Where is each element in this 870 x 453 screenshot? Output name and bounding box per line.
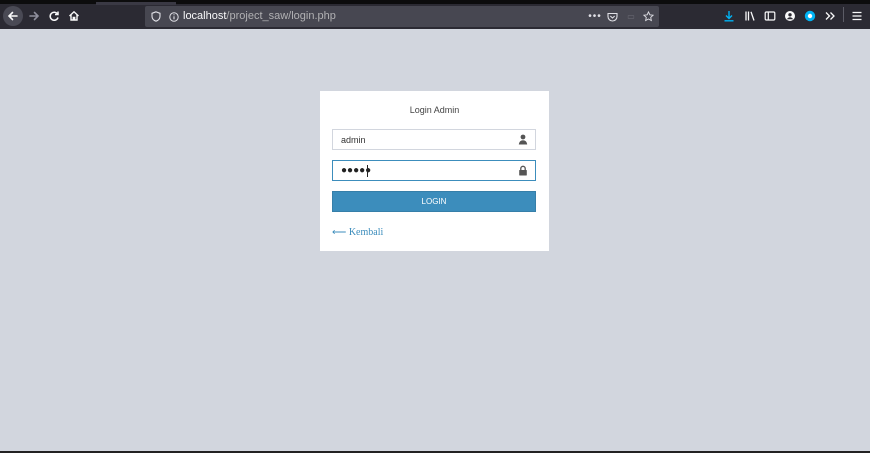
lock-icon <box>519 165 527 176</box>
reload-icon[interactable] <box>44 6 64 26</box>
site-info-icon[interactable] <box>167 8 181 25</box>
hamburger-menu-icon[interactable] <box>847 6 867 26</box>
user-icon <box>518 134 528 145</box>
sidebar-icon[interactable] <box>760 6 780 26</box>
more-actions-icon[interactable]: ••• <box>588 8 602 25</box>
back-link[interactable]: ⟵ Kembali <box>332 227 383 238</box>
toolbar-separator <box>843 7 844 22</box>
arrow-right-icon[interactable] <box>24 6 44 26</box>
password-field[interactable]: ●●●●● <box>332 160 536 181</box>
url-path: /project_saw/login.php <box>226 10 336 22</box>
url-text[interactable]: localhost/project_saw/login.php <box>183 10 336 22</box>
arrow-left-icon[interactable] <box>3 6 23 26</box>
url-host: localhost <box>183 10 227 22</box>
download-icon[interactable] <box>719 6 739 26</box>
reader-view-icon[interactable]: ▭ <box>625 8 637 25</box>
pocket-icon[interactable] <box>605 8 619 25</box>
tracking-shield-icon[interactable] <box>149 8 163 25</box>
login-title: Login Admin <box>409 105 460 115</box>
account-icon[interactable] <box>780 6 800 26</box>
username-field[interactable] <box>332 129 536 150</box>
home-icon[interactable] <box>64 6 84 26</box>
star-icon[interactable] <box>641 8 655 25</box>
active-tab-indicator <box>96 2 176 5</box>
extension-icon[interactable] <box>800 6 820 26</box>
login-box: Login Admin ●●●●● LOGIN ⟵ Kembali <box>320 91 549 251</box>
login-button[interactable]: LOGIN <box>332 191 536 212</box>
overflow-chevrons-icon[interactable] <box>820 6 840 26</box>
browser-toolbar: localhost/project_saw/login.php ••• ▭ <box>0 0 870 29</box>
url-bar[interactable]: localhost/project_saw/login.php ••• ▭ <box>145 6 659 27</box>
username-input[interactable] <box>341 133 511 146</box>
text-caret <box>367 165 368 177</box>
library-icon[interactable] <box>740 6 760 26</box>
